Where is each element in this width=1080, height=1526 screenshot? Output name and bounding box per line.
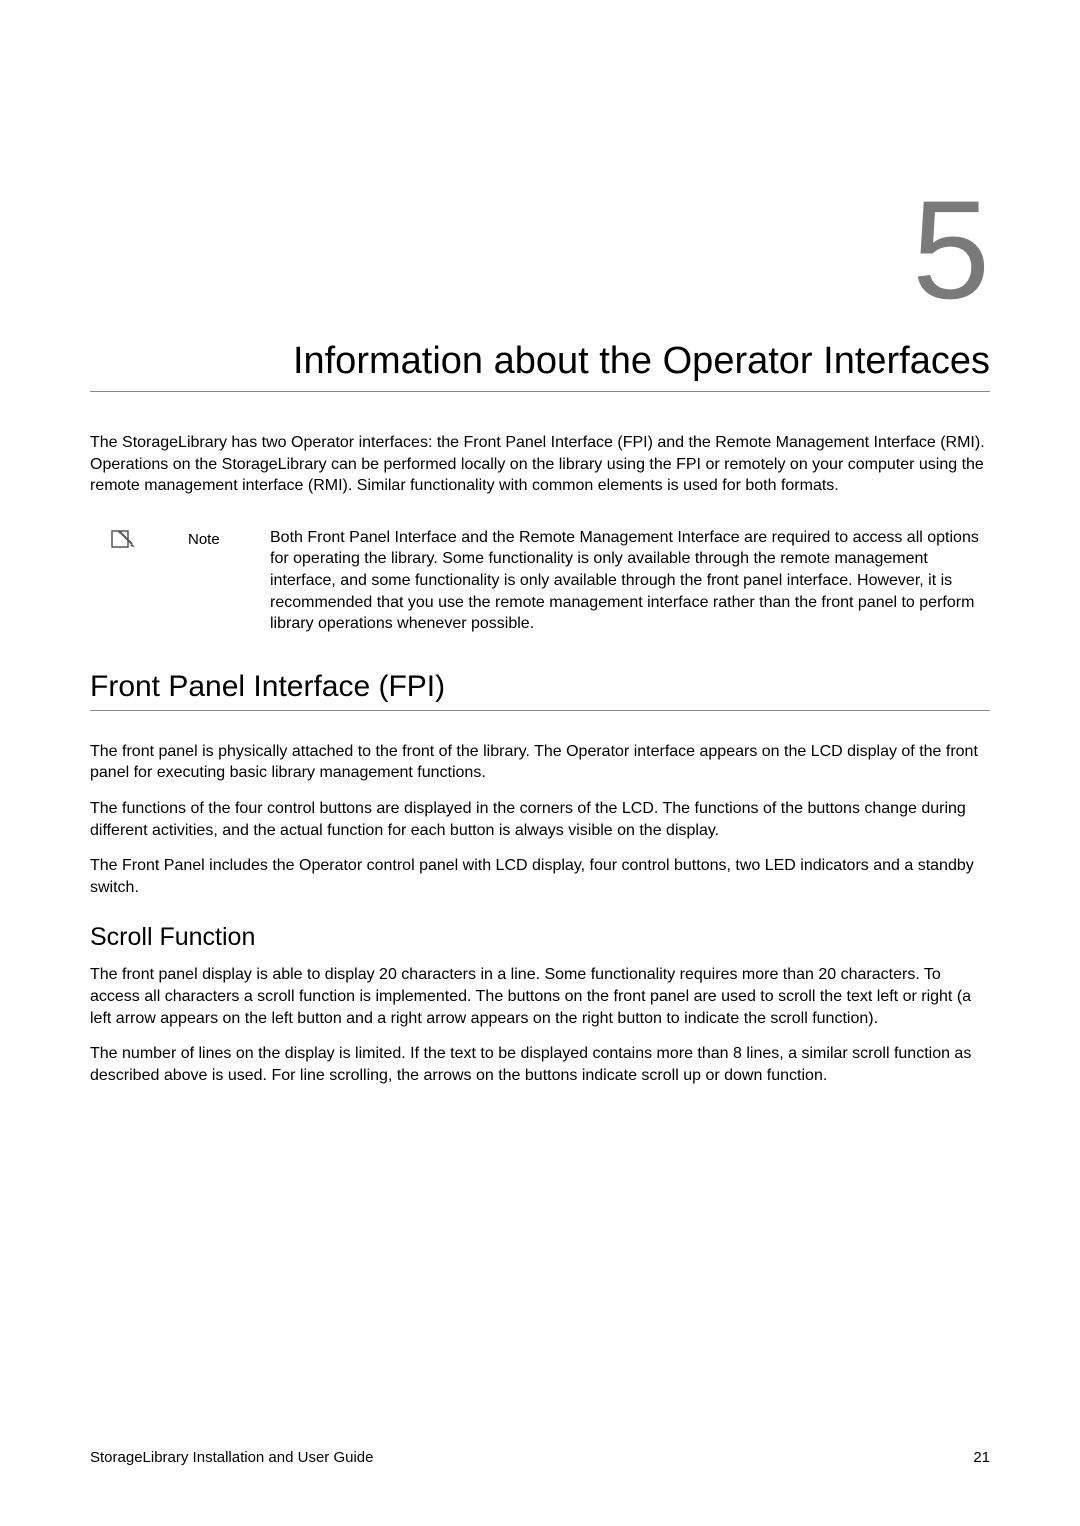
- page-footer: StorageLibrary Installation and User Gui…: [90, 1449, 990, 1466]
- note-text: Both Front Panel Interface and the Remot…: [270, 527, 990, 635]
- fpi-para-3: The Front Panel includes the Operator co…: [90, 855, 990, 898]
- fpi-para-2: The functions of the four control button…: [90, 798, 990, 841]
- note-pencil-icon: [110, 527, 138, 551]
- note-label: Note: [188, 527, 220, 548]
- scroll-para-1: The front panel display is able to displ…: [90, 964, 990, 1029]
- scroll-para-2: The number of lines on the display is li…: [90, 1043, 990, 1086]
- fpi-para-1: The front panel is physically attached t…: [90, 741, 990, 784]
- footer-page-number: 21: [973, 1449, 990, 1466]
- chapter-number: 5: [90, 180, 990, 320]
- section-scroll-heading: Scroll Function: [90, 923, 990, 952]
- note-block: Note Both Front Panel Interface and the …: [90, 527, 990, 635]
- section-fpi-heading: Front Panel Interface (FPI): [90, 670, 990, 711]
- chapter-title: Information about the Operator Interface…: [90, 340, 990, 392]
- note-left: Note: [110, 527, 270, 635]
- footer-doc-title: StorageLibrary Installation and User Gui…: [90, 1449, 374, 1466]
- intro-paragraph: The StorageLibrary has two Operator inte…: [90, 432, 990, 497]
